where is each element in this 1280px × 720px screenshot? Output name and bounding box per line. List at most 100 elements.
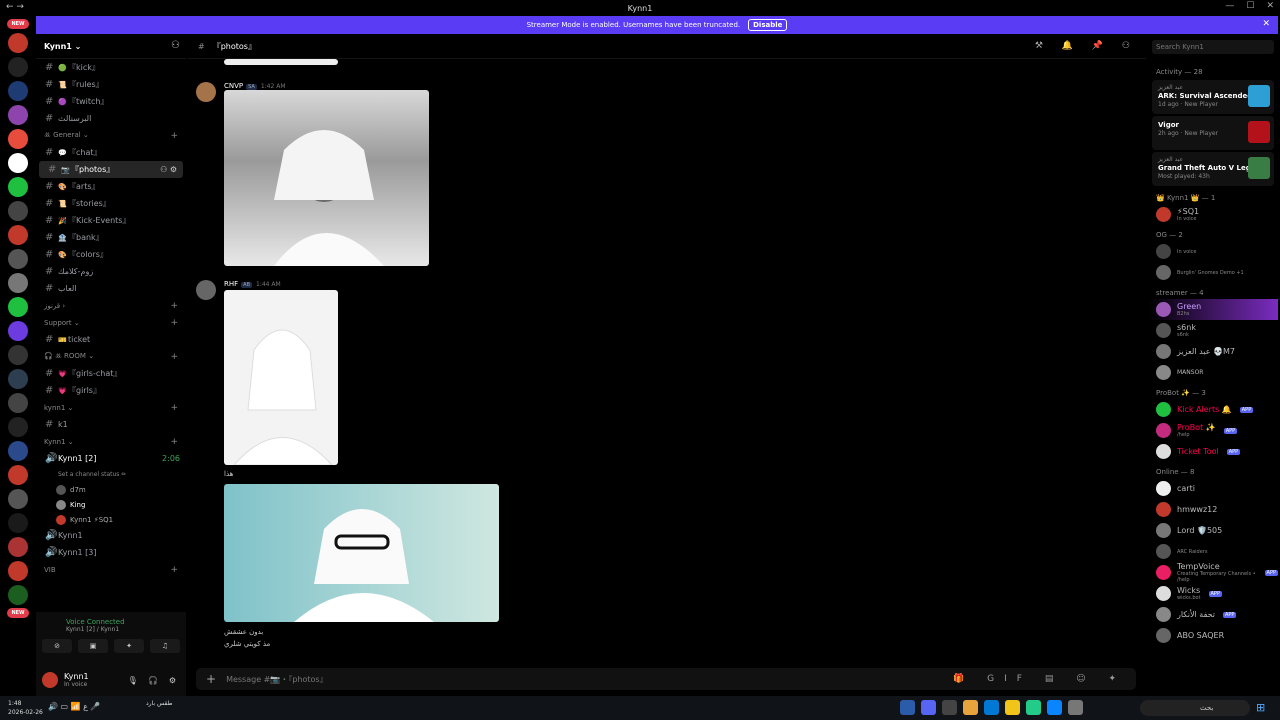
member-item[interactable]: TempVoice Creating Temporary Channels • /… bbox=[1148, 562, 1278, 583]
taskbar-search[interactable]: بحث bbox=[1140, 700, 1250, 716]
app-icon[interactable] bbox=[984, 700, 999, 715]
category-kynn1-voice[interactable]: Kynn1 ⌄ + bbox=[36, 433, 186, 450]
image-attachment[interactable] bbox=[224, 90, 429, 266]
add-channel-icon[interactable]: + bbox=[170, 301, 178, 311]
category-vib[interactable]: VIB + bbox=[36, 561, 186, 578]
add-channel-icon[interactable]: + bbox=[170, 565, 178, 575]
member-item[interactable]: تحفة الأنكار APP bbox=[1148, 604, 1278, 625]
channel-item[interactable]: # 🟢 『kick』 bbox=[36, 59, 186, 76]
channel-item[interactable]: # 🏦 『bank』 bbox=[36, 229, 186, 246]
app-icon[interactable] bbox=[942, 700, 957, 715]
member-item[interactable]: carti bbox=[1148, 478, 1278, 499]
add-channel-icon[interactable]: + bbox=[170, 131, 178, 141]
maximize-icon[interactable]: ☐ bbox=[1246, 1, 1254, 11]
add-channel-icon[interactable]: + bbox=[170, 318, 178, 328]
weather-widget[interactable]: طقس بارد bbox=[146, 700, 172, 708]
channel-item[interactable]: # 🎫 ticket bbox=[36, 331, 186, 348]
channel-settings-icon[interactable]: ⚇ ⚙ bbox=[160, 165, 177, 174]
server-icon[interactable] bbox=[8, 393, 28, 413]
edge-icon[interactable] bbox=[1047, 700, 1062, 715]
server-icon[interactable] bbox=[8, 321, 28, 341]
app-icon[interactable] bbox=[900, 700, 915, 715]
member-item[interactable]: ⚡SQ1 In voice bbox=[1148, 204, 1278, 225]
member-item[interactable]: عبد العزيز 💀M7 bbox=[1148, 341, 1278, 362]
server-icon[interactable] bbox=[8, 585, 28, 605]
image-attachment[interactable] bbox=[224, 290, 338, 465]
voice-channel-item[interactable]: 🔊 Kynn1 bbox=[36, 527, 186, 544]
member-item[interactable]: ARC Raiders bbox=[1148, 541, 1278, 562]
channel-item[interactable]: # 🟣 『twitch』 bbox=[36, 93, 186, 110]
channel-item[interactable]: # 💗 『girls-chat』 bbox=[36, 365, 186, 382]
window-controls[interactable]: — ☐ ✕ bbox=[1225, 1, 1274, 11]
channel-item[interactable]: # زوم-كلامك bbox=[36, 263, 186, 280]
server-icon[interactable] bbox=[8, 441, 28, 461]
server-icon[interactable] bbox=[8, 489, 28, 509]
close-icon[interactable]: ✕ bbox=[1266, 1, 1274, 11]
channel-item[interactable]: # 🎉 『Kick-Events』 bbox=[36, 212, 186, 229]
member-item[interactable]: hmwwz12 bbox=[1148, 499, 1278, 520]
previous-image[interactable] bbox=[224, 59, 338, 65]
server-icon[interactable] bbox=[8, 33, 28, 53]
windows-start-icon[interactable]: ⊞ bbox=[1256, 701, 1270, 715]
screen-share-icon[interactable]: ▣ bbox=[78, 639, 108, 653]
voice-channel-item[interactable]: 🔊 Kynn1 [2] 2:06 bbox=[36, 450, 186, 467]
disable-button[interactable]: Disable bbox=[748, 19, 788, 31]
close-banner-icon[interactable]: ✕ bbox=[1262, 19, 1270, 29]
server-icon[interactable] bbox=[8, 369, 28, 389]
mic-headset-settings-icons[interactable]: 🎙 🎧 ⚙ bbox=[128, 676, 180, 685]
message-author[interactable]: CNVP bbox=[224, 82, 243, 90]
server-icon[interactable] bbox=[8, 345, 28, 365]
message-composer[interactable]: + Message #📷・『photos』 🎁 GIF ▤ ☺ ✦ bbox=[196, 668, 1136, 690]
member-item[interactable]: In voice bbox=[1148, 241, 1278, 262]
channel-item-active[interactable]: # 📷 『photos』 ⚇ ⚙ bbox=[39, 161, 183, 178]
app-icon[interactable] bbox=[1068, 700, 1083, 715]
avatar[interactable] bbox=[196, 280, 216, 300]
channel-item[interactable]: # 🎨 『arts』 bbox=[36, 178, 186, 195]
app-icon[interactable] bbox=[1026, 700, 1041, 715]
chrome-icon[interactable] bbox=[963, 700, 978, 715]
channel-item[interactable]: # k1 bbox=[36, 416, 186, 433]
add-channel-icon[interactable]: + bbox=[170, 352, 178, 362]
voice-channel-status[interactable]: Set a channel status ✏ bbox=[36, 467, 186, 482]
category-kynn1[interactable]: kynn1 ⌄ + bbox=[36, 399, 186, 416]
member-item[interactable]: ABO SAQER bbox=[1148, 625, 1278, 646]
add-channel-icon[interactable]: + bbox=[170, 437, 178, 447]
activity-card[interactable]: Vigor 2h ago · New Player bbox=[1152, 116, 1274, 150]
minimize-icon[interactable]: — bbox=[1225, 1, 1234, 11]
server-icon[interactable] bbox=[8, 537, 28, 557]
member-item[interactable]: Lord 🛡️505 bbox=[1148, 520, 1278, 541]
message-input[interactable]: Message #📷・『photos』 bbox=[226, 674, 328, 685]
channel-item[interactable]: # العاب bbox=[36, 280, 186, 297]
category-general[interactable]: ꔛ General ⌄ + bbox=[36, 127, 186, 144]
activity-card[interactable]: عبد العزيز ARK: Survival Ascended 1d ago ·… bbox=[1152, 80, 1274, 114]
server-icon[interactable] bbox=[8, 513, 28, 533]
server-icon[interactable] bbox=[8, 81, 28, 101]
member-item[interactable]: s6nk s6nk bbox=[1148, 320, 1278, 341]
activities-icon[interactable]: ✦ bbox=[114, 639, 144, 653]
soundboard-icon[interactable]: ♫ bbox=[150, 639, 180, 653]
server-icon[interactable] bbox=[8, 249, 28, 269]
channel-item[interactable]: # 📜 『stories』 bbox=[36, 195, 186, 212]
member-item[interactable]: MANSOR bbox=[1148, 362, 1278, 383]
server-icon[interactable] bbox=[8, 417, 28, 437]
voice-user[interactable]: Kynn1 ⚡SQ1 bbox=[36, 512, 186, 527]
member-item[interactable]: Ticket Tool APP bbox=[1148, 441, 1278, 462]
server-icon[interactable] bbox=[8, 177, 28, 197]
current-user[interactable]: Kynn1 In voice 🎙 🎧 ⚙ bbox=[42, 670, 182, 690]
channel-item[interactable]: # 💗 『girls』 bbox=[36, 382, 186, 399]
channel-item[interactable]: # 💬 『chat』 bbox=[36, 144, 186, 161]
guild-header[interactable]: Kynn1 ⌄ ⚇ bbox=[36, 34, 186, 59]
member-item[interactable]: Wicks wicks.bot APP bbox=[1148, 583, 1278, 604]
composer-tools-icons[interactable]: 🎁 GIF ▤ ☺ ✦ bbox=[953, 674, 1126, 684]
member-item[interactable]: Burglin' Gnomes Demo +1 bbox=[1148, 262, 1278, 283]
add-channel-icon[interactable]: + bbox=[170, 403, 178, 413]
search-input[interactable]: Search Kynn1 bbox=[1152, 40, 1274, 54]
folder-icon[interactable] bbox=[1005, 700, 1020, 715]
image-attachment[interactable] bbox=[224, 484, 499, 622]
member-item[interactable]: ProBot ✨/help APP bbox=[1148, 420, 1278, 441]
voice-channel-item[interactable]: 🔊 Kynn1 [3] bbox=[36, 544, 186, 561]
voice-user[interactable]: King bbox=[36, 497, 186, 512]
server-icon[interactable] bbox=[8, 129, 28, 149]
category-room[interactable]: 🎧 ꔛ ROOM ⌄ + bbox=[36, 348, 186, 365]
voice-connected[interactable]: Voice Connected Kynn1 [2] / Kynn1 bbox=[36, 612, 186, 633]
